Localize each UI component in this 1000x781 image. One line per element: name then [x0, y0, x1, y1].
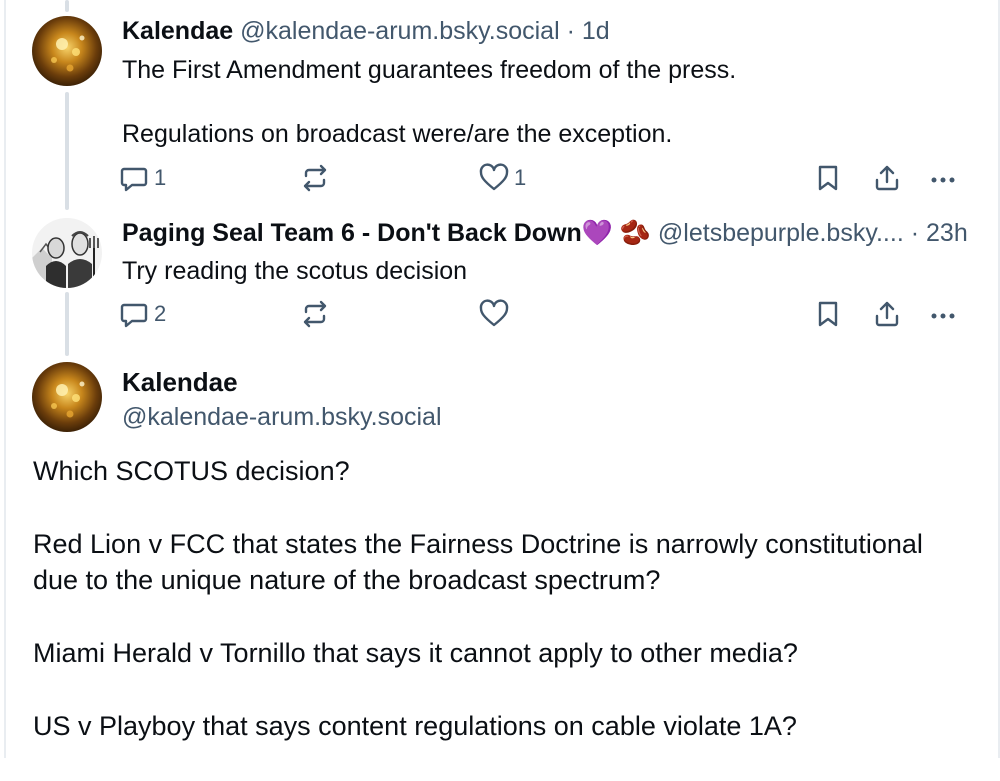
more-button[interactable] — [928, 296, 958, 332]
post-header: Kalendae @kalendae-arum.bsky.social · 1d — [122, 16, 610, 46]
share-icon — [875, 301, 899, 327]
post-paragraph: US v Playboy that says content regulatio… — [33, 711, 797, 741]
post-header: Paging Seal Team 6 - Don't Back Down💜 🫘 … — [122, 218, 968, 248]
author-emoji: 💜 🫘 — [581, 219, 651, 247]
bookmark-button[interactable] — [814, 296, 842, 332]
separator: · — [910, 219, 920, 247]
post-text: The First Amendment guarantees freedom o… — [122, 56, 737, 148]
action-bar: 2 — [118, 296, 968, 336]
avatar[interactable] — [32, 16, 102, 86]
amber-sparkle-avatar-icon — [32, 16, 102, 86]
author-handle[interactable]: @kalendae-arum.bsky.social — [122, 401, 442, 433]
reply-count: 1 — [154, 165, 167, 190]
share-button[interactable] — [872, 296, 902, 332]
post-paragraph: Red Lion v FCC that states the Fairness … — [33, 529, 923, 595]
like-button[interactable] — [478, 296, 514, 332]
avatar[interactable] — [32, 362, 102, 432]
author-handle[interactable]: @letsbepurple.bsky.... — [658, 219, 904, 247]
action-bar: 1 1 — [118, 160, 968, 200]
repost-icon — [303, 300, 327, 328]
avatar[interactable] — [32, 218, 102, 288]
reply-icon — [120, 303, 148, 328]
bookmark-icon — [818, 165, 838, 191]
more-button[interactable] — [928, 160, 958, 196]
post-time[interactable]: 23h — [926, 219, 968, 247]
thread-line — [65, 92, 69, 210]
author-handle[interactable]: @kalendae-arum.bsky.social — [240, 17, 560, 45]
bookmark-icon — [818, 301, 838, 327]
thread-line — [65, 292, 69, 356]
author-name[interactable]: Kalendae — [122, 366, 238, 398]
reply-button[interactable]: 1 — [118, 160, 166, 196]
reply-button[interactable]: 2 — [118, 296, 166, 332]
heart-icon — [479, 163, 509, 191]
author-name[interactable]: Paging Seal Team 6 - Don't Back Down — [122, 219, 582, 247]
share-icon — [875, 165, 899, 191]
left-border — [4, 0, 6, 758]
heart-icon — [479, 299, 509, 327]
repost-button[interactable] — [298, 296, 332, 332]
repost-icon — [303, 164, 327, 192]
author-name[interactable]: Kalendae — [122, 17, 233, 45]
reply-count: 2 — [154, 301, 167, 326]
separator: · — [566, 17, 575, 45]
share-button[interactable] — [872, 160, 902, 196]
like-count: 1 — [514, 165, 527, 190]
post-paragraph: Which SCOTUS decision? — [33, 456, 350, 486]
american-gothic-avatar-icon — [32, 218, 102, 288]
post-time[interactable]: 1d — [582, 17, 610, 45]
like-button[interactable]: 1 — [478, 160, 526, 196]
more-icon — [931, 313, 955, 319]
reply-icon — [120, 167, 148, 192]
more-icon — [931, 177, 955, 183]
post-paragraph: Miami Herald v Tornillo that says it can… — [33, 638, 798, 668]
repost-button[interactable] — [298, 160, 332, 196]
amber-sparkle-avatar-icon — [32, 362, 102, 432]
post-text: Which SCOTUS decision? Red Lion v FCC th… — [33, 453, 973, 781]
thread-line — [65, 0, 69, 12]
bookmark-button[interactable] — [814, 160, 842, 196]
post-text: Try reading the scotus decision — [122, 257, 468, 285]
